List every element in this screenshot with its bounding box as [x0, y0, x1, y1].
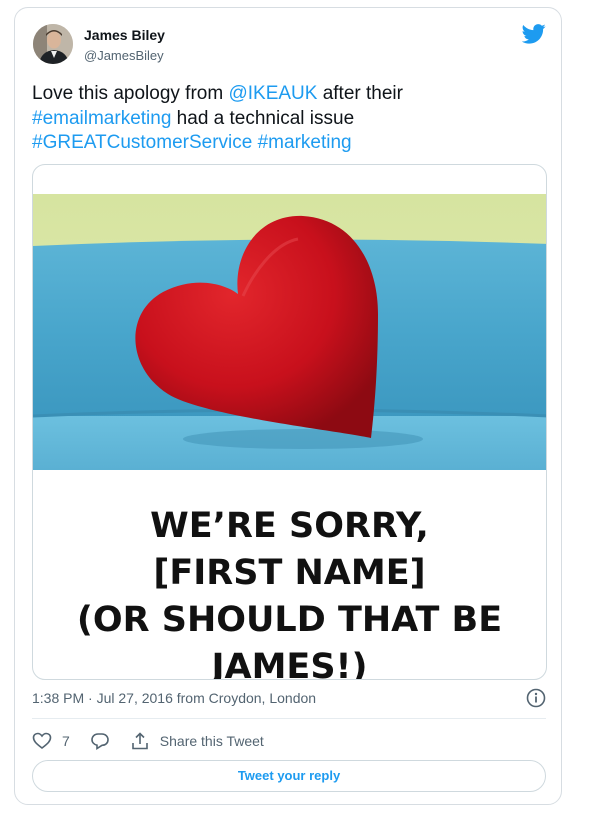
comment-icon	[90, 733, 109, 750]
mention-link[interactable]: @IKEAUK	[228, 83, 317, 104]
hashtag-link[interactable]: #marketing	[258, 132, 352, 153]
tweet-timestamp[interactable]: 1:38 PM · Jul 27, 2016 from Croydon, Lon…	[32, 690, 316, 706]
tweet-media-image[interactable]: WE’RE SORRY, [FIRST NAME] (OR SHOULD THA…	[32, 164, 547, 680]
heart-cushion-photo	[33, 194, 546, 470]
tweet-text-part: had a technical issue	[171, 107, 355, 129]
apology-line: (OR SHOULD THAT BE	[76, 600, 503, 640]
apology-line: JAMES!)	[211, 647, 368, 680]
action-bar: 7 Share this Tweet	[32, 730, 284, 752]
info-icon[interactable]	[526, 688, 546, 708]
hashtag-link[interactable]: #GREATCustomerService	[32, 132, 252, 153]
apology-message: WE’RE SORRY, [FIRST NAME] (OR SHOULD THA…	[33, 503, 546, 680]
share-button[interactable]: Share this Tweet	[130, 731, 264, 751]
hashtag-link[interactable]: #emailmarketing	[32, 108, 171, 129]
author-name[interactable]: James Biley	[84, 27, 165, 43]
tweet-your-reply-button[interactable]: Tweet your reply	[32, 760, 546, 792]
like-count: 7	[62, 733, 70, 749]
tweet-text: Love this apology from @IKEAUK after the…	[32, 82, 532, 156]
tweet-card: James Biley @JamesBiley Love this apolog…	[14, 7, 562, 805]
reply-button[interactable]	[90, 731, 110, 751]
heart-icon	[32, 732, 52, 750]
author-handle[interactable]: @JamesBiley	[84, 48, 164, 63]
divider	[32, 718, 546, 719]
apology-line: WE’RE SORRY,	[150, 506, 429, 546]
avatar[interactable]	[33, 24, 73, 64]
twitter-bird-icon[interactable]	[521, 24, 546, 44]
tweet-text-part: Love this apology from	[32, 83, 229, 104]
share-icon	[131, 732, 148, 750]
apology-line: [FIRST NAME]	[153, 553, 426, 593]
share-label: Share this Tweet	[159, 733, 264, 749]
like-button[interactable]: 7	[32, 731, 70, 751]
tweet-text-part: after their	[317, 83, 403, 104]
